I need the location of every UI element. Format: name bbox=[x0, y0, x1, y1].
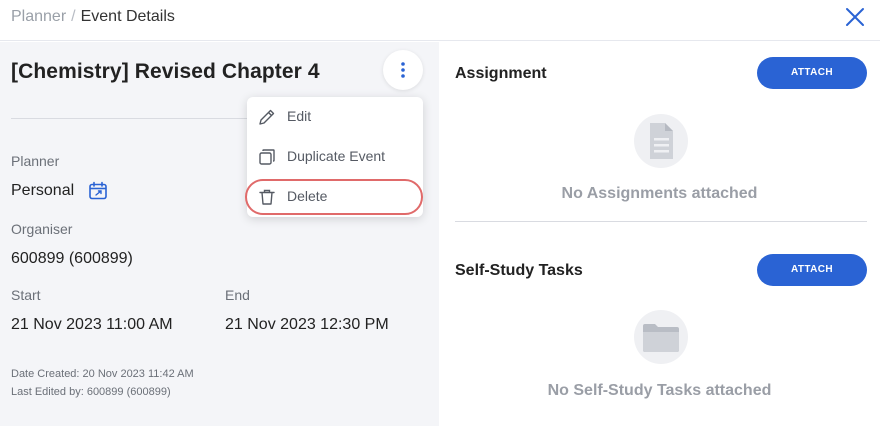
last-edited: Last Edited by: 600899 (600899) bbox=[11, 386, 171, 398]
organiser-value: 600899 (600899) bbox=[11, 250, 133, 267]
self-study-empty-illustration bbox=[634, 310, 688, 364]
section-divider bbox=[455, 221, 867, 222]
planner-label: Planner bbox=[11, 153, 60, 169]
menu-item-delete[interactable]: Delete bbox=[245, 177, 423, 217]
attachments-panel: Assignment ATTACH No Assignments attache… bbox=[439, 42, 880, 426]
date-created: Date Created: 20 Nov 2023 11:42 AM bbox=[11, 368, 194, 380]
more-vertical-icon bbox=[401, 62, 405, 78]
start-value: 21 Nov 2023 11:00 AM bbox=[11, 316, 173, 333]
assignment-empty-text: No Assignments attached bbox=[561, 185, 758, 202]
menu-item-label: Duplicate Event bbox=[287, 148, 386, 164]
end-label: End bbox=[225, 287, 250, 303]
assignment-title: Assignment bbox=[455, 65, 547, 82]
calendar-link-icon[interactable] bbox=[88, 181, 108, 201]
self-study-title: Self-Study Tasks bbox=[455, 262, 583, 279]
close-button[interactable] bbox=[843, 5, 867, 29]
duplicate-icon bbox=[259, 149, 275, 165]
title-divider bbox=[11, 118, 251, 119]
document-icon bbox=[650, 123, 673, 159]
attach-self-study-button[interactable]: ATTACH bbox=[757, 254, 867, 286]
options-menu: Edit Duplicate Event Delete bbox=[245, 97, 423, 217]
menu-item-duplicate[interactable]: Duplicate Event bbox=[247, 137, 423, 177]
planner-value: Personal bbox=[11, 182, 75, 199]
breadcrumb: Planner / Event Details bbox=[11, 7, 175, 27]
menu-item-edit[interactable]: Edit bbox=[247, 97, 423, 137]
close-icon bbox=[846, 8, 864, 26]
organiser-label: Organiser bbox=[11, 221, 73, 237]
breadcrumb-current: Event Details bbox=[80, 8, 175, 25]
start-label: Start bbox=[11, 287, 41, 303]
assignment-empty-illustration bbox=[634, 114, 688, 168]
header: Planner / Event Details bbox=[0, 0, 880, 41]
more-options-button[interactable] bbox=[383, 50, 423, 90]
breadcrumb-separator: / bbox=[71, 8, 76, 25]
menu-item-label: Delete bbox=[287, 188, 328, 204]
menu-item-label: Edit bbox=[287, 108, 312, 124]
end-value: 21 Nov 2023 12:30 PM bbox=[225, 316, 389, 333]
self-study-empty-text: No Self-Study Tasks attached bbox=[547, 382, 772, 399]
trash-icon bbox=[259, 189, 275, 205]
event-title: [Chemistry] Revised Chapter 4 bbox=[11, 60, 320, 83]
folder-icon bbox=[643, 324, 679, 352]
breadcrumb-planner-link[interactable]: Planner bbox=[11, 8, 66, 25]
pencil-icon bbox=[259, 109, 275, 125]
attach-assignment-button[interactable]: ATTACH bbox=[757, 57, 867, 89]
